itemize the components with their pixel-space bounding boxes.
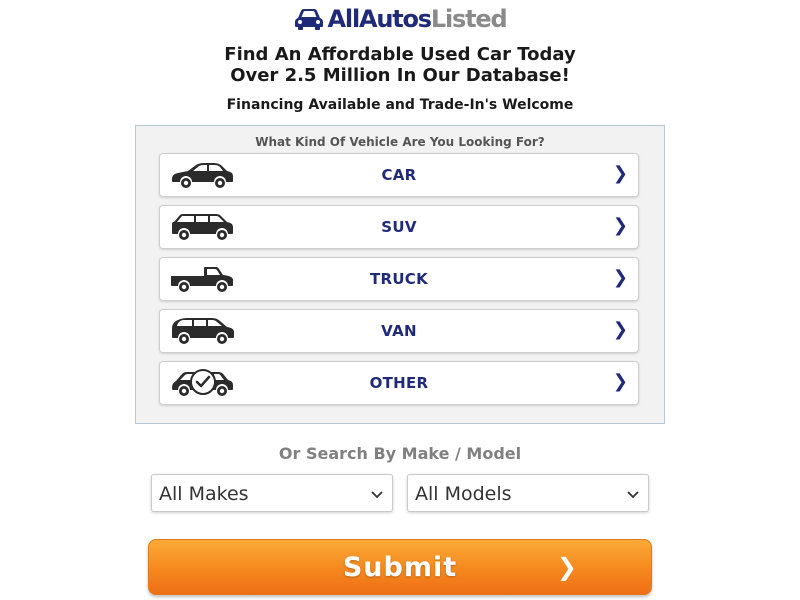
makes-select[interactable]: All Makes	[151, 474, 393, 512]
site-logo[interactable]: AllAutosListed	[0, 4, 800, 34]
vehicle-option-label: CAR	[381, 166, 417, 184]
car-icon	[294, 9, 323, 30]
headline-line2: Over 2.5 Million In Our Database!	[230, 65, 570, 86]
submit-button[interactable]: Submit ❯	[148, 539, 652, 595]
models-select[interactable]: All Models	[407, 474, 649, 512]
vehicle-option-label: SUV	[381, 218, 417, 236]
vehicle-option-truck[interactable]: TRUCK ❯	[159, 257, 639, 301]
headline-line1: Find An Affordable Used Car Today	[224, 44, 576, 65]
search-by-make-model-title: Or Search By Make / Model	[278, 444, 522, 463]
vehicle-option-label: VAN	[381, 322, 417, 340]
chevron-down-icon	[371, 491, 383, 499]
subheadline: Financing Available and Trade-In's Welco…	[226, 97, 574, 113]
chevron-right-icon: ❯	[612, 163, 628, 184]
vehicle-option-car[interactable]: CAR ❯	[159, 153, 639, 197]
models-select-value: All Models	[415, 483, 512, 505]
vehicle-option-suv[interactable]: SUV ❯	[159, 205, 639, 249]
chevron-right-icon: ❯	[556, 553, 577, 581]
vehicle-option-van[interactable]: VAN ❯	[159, 309, 639, 353]
chevron-right-icon: ❯	[612, 319, 628, 340]
makes-select-value: All Makes	[159, 483, 249, 505]
vehicle-type-panel: What Kind Of Vehicle Are You Looking For…	[135, 125, 665, 424]
chevron-down-icon	[627, 491, 639, 499]
vehicle-option-label: OTHER	[369, 374, 429, 392]
chevron-right-icon: ❯	[612, 371, 628, 392]
logo-wordmark: AllAutosListed	[327, 5, 508, 33]
chevron-right-icon: ❯	[612, 215, 628, 236]
vehicle-option-other[interactable]: OTHER ❯	[159, 361, 639, 405]
vehicle-panel-title: What Kind Of Vehicle Are You Looking For…	[255, 135, 545, 149]
chevron-right-icon: ❯	[612, 267, 628, 288]
vehicle-option-label: TRUCK	[369, 270, 429, 288]
page: AllAutosListed Find An Affordable Used C…	[0, 0, 800, 600]
